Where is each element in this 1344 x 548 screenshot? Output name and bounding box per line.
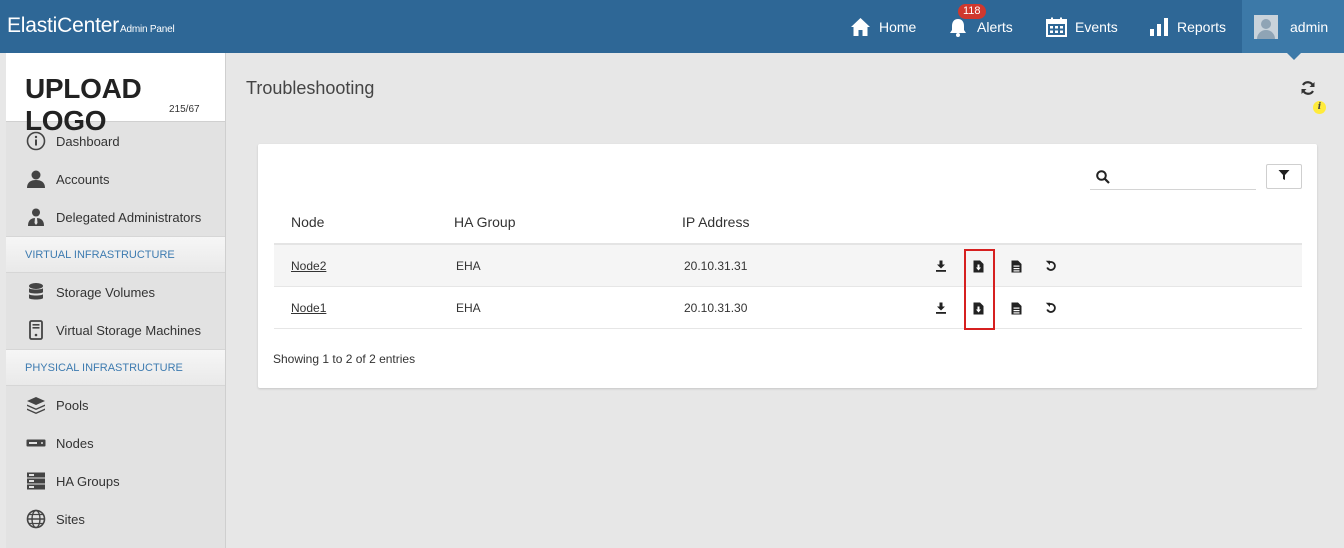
node-link[interactable]: Node1 [291, 301, 326, 315]
download-icon[interactable] [934, 259, 948, 273]
user-menu-caret [1287, 53, 1301, 60]
globe-icon [26, 509, 46, 529]
column-header-node[interactable]: Node [291, 214, 324, 230]
nav-events-label: Events [1075, 18, 1118, 35]
logo-upload-area[interactable]: UPLOAD LOGO 215/67 [6, 53, 225, 136]
user-menu[interactable]: admin [1242, 0, 1344, 60]
nav-reports[interactable]: Reports [1149, 0, 1226, 53]
sidebar-item-label: HA Groups [56, 473, 120, 489]
download-icon[interactable] [934, 301, 948, 315]
table-info: Showing 1 to 2 of 2 entries [273, 352, 416, 366]
highlight-box [964, 249, 995, 330]
sidebar-item-label: Virtual Storage Machines [56, 322, 202, 338]
sidebar-item-ha-groups[interactable]: HA Groups [6, 462, 225, 500]
sidebar-section-virtual: VIRTUAL INFRASTRUCTURE [6, 236, 225, 273]
page-title: Troubleshooting [246, 78, 375, 98]
sidebar-item-accounts[interactable]: Accounts [6, 160, 225, 198]
user-name: admin [1290, 18, 1329, 35]
table-row: Node1 EHA 20.10.31.30 [274, 287, 1302, 329]
sidebar-item-label: Pools [56, 397, 89, 413]
sidebar-item-storage-volumes[interactable]: Storage Volumes [6, 273, 225, 311]
column-header-ip-address[interactable]: IP Address [682, 214, 749, 230]
document-icon[interactable] [1009, 301, 1023, 315]
logo-size-hint: 215/67 [169, 104, 200, 115]
table-row: Node2 EHA 20.10.31.31 [274, 245, 1302, 287]
top-navbar: ElastiCenterAdmin Panel Home 118 Alerts … [0, 0, 1344, 60]
column-header-ha-group[interactable]: HA Group [454, 214, 515, 230]
brand-subtitle: Admin Panel [119, 24, 175, 35]
search-box [1090, 164, 1256, 190]
nav-events[interactable]: Events [1046, 0, 1118, 53]
home-icon [850, 17, 871, 37]
alerts-count-badge: 118 [958, 4, 986, 19]
sidebar-item-nodes[interactable]: Nodes [6, 424, 225, 462]
filter-icon [1278, 168, 1290, 186]
nav-home-label: Home [879, 18, 917, 35]
sidebar-item-label: Storage Volumes [56, 284, 156, 300]
user-avatar-icon [1254, 14, 1278, 39]
search-input[interactable] [1116, 167, 1252, 187]
restart-icon[interactable] [1044, 259, 1058, 273]
ha-group-cell: EHA [456, 301, 481, 315]
filter-button[interactable] [1266, 164, 1302, 189]
sidebar-item-label: Delegated Administrators [56, 209, 202, 225]
sidebar-item-label: Accounts [56, 171, 110, 187]
troubleshooting-card: Node HA Group IP Address Node2 EHA 20.10… [258, 144, 1317, 388]
sidebar-item-pools[interactable]: Pools [6, 386, 225, 424]
info-icon[interactable]: i [1313, 101, 1326, 114]
ip-address-cell: 20.10.31.30 [684, 301, 748, 315]
search-icon [1096, 170, 1110, 189]
calendar-icon [1046, 17, 1067, 37]
bar-chart-icon [1149, 17, 1169, 37]
layers-icon [26, 395, 46, 415]
sidebar-section-physical: PHYSICAL INFRASTRUCTURE [6, 349, 225, 386]
ip-address-cell: 20.10.31.31 [684, 259, 748, 273]
sidebar-item-delegated-admins[interactable]: Delegated Administrators [6, 198, 225, 236]
restart-icon[interactable] [1044, 301, 1058, 315]
server-stack-icon [26, 471, 46, 491]
brand-name: ElastiCenter [7, 14, 119, 37]
brand[interactable]: ElastiCenterAdmin Panel [7, 14, 175, 38]
sidebar-item-label: Sites [56, 511, 85, 527]
ha-group-cell: EHA [456, 259, 481, 273]
database-icon [26, 282, 46, 302]
server-tower-icon [26, 320, 46, 340]
server-node-icon [26, 433, 46, 453]
user-tie-icon [26, 207, 46, 227]
sidebar: UPLOAD LOGO 215/67 Dashboard Accounts De… [6, 53, 226, 548]
nav-alerts[interactable]: 118 Alerts [947, 0, 1013, 53]
sidebar-item-label: Nodes [56, 435, 94, 451]
refresh-icon[interactable] [1300, 80, 1316, 101]
nav-reports-label: Reports [1177, 18, 1227, 35]
node-link[interactable]: Node2 [291, 259, 326, 273]
document-icon[interactable] [1009, 259, 1023, 273]
nav-alerts-label: Alerts [977, 18, 1013, 35]
nav-home[interactable]: Home [850, 0, 916, 53]
user-icon [26, 169, 46, 189]
sidebar-item-sites[interactable]: Sites [6, 500, 225, 538]
sidebar-item-vsm[interactable]: Virtual Storage Machines [6, 311, 225, 349]
